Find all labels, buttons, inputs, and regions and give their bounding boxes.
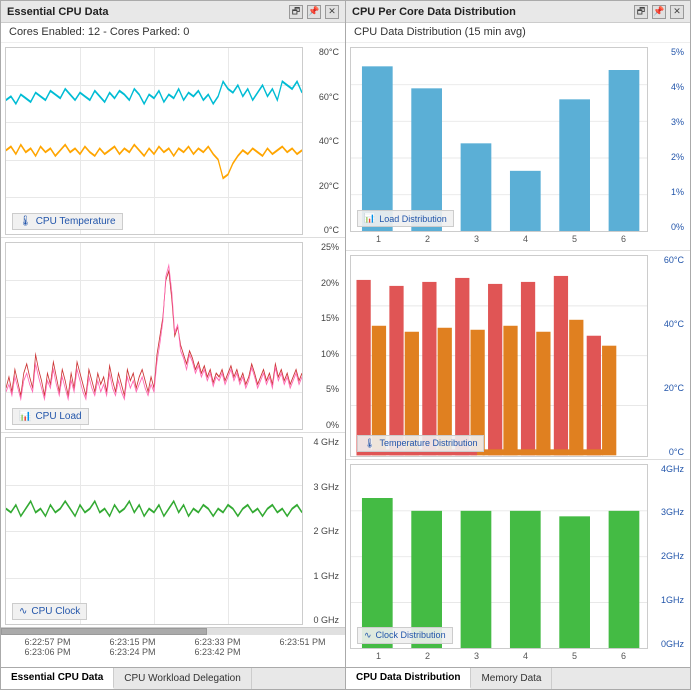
right-subtitle: CPU Data Distribution (15 min avg)	[346, 23, 690, 43]
cpu-temp-label: 🌡 CPU Temperature	[12, 213, 123, 230]
temp-dist-container: 🌡 Temperature Distribution 60°C 40°C 20°…	[350, 255, 686, 456]
right-titlebar: CPU Per Core Data Distribution 🗗 📌 ✕	[346, 1, 690, 23]
right-charts-area: 📊 Load Distribution 5% 4% 3% 2% 1% 0% 1	[346, 43, 690, 667]
cpu-clock-inner: ∿ CPU Clock 4 GHz 3 GHz 2 GHz 1 GHz 0 GH…	[5, 437, 341, 625]
clock-dist-area: ∿ Clock Distribution	[350, 464, 648, 649]
cpu-clock-canvas: ∿ CPU Clock	[5, 437, 303, 625]
left-titlebar: Essential CPU Data 🗗 📌 ✕	[1, 1, 345, 23]
cpu-clock-chart: ∿ CPU Clock 4 GHz 3 GHz 2 GHz 1 GHz 0 GH…	[1, 433, 345, 627]
cpu-load-chart: 📊 CPU Load 25% 20% 15% 10% 5% 0%	[1, 238, 345, 433]
left-scrollbar[interactable]	[1, 627, 345, 635]
right-pin-btn[interactable]: 📌	[652, 5, 666, 19]
left-restore-btn[interactable]: 🗗	[289, 5, 303, 19]
tab-cpu-workload[interactable]: CPU Workload Delegation	[114, 668, 252, 689]
cpu-load-y-axis: 25% 20% 15% 10% 5% 0%	[303, 242, 341, 430]
left-tab-bar: Essential CPU Data CPU Workload Delegati…	[1, 667, 345, 689]
cpu-load-icon: 📊	[19, 411, 31, 422]
load-dist-area: 📊 Load Distribution	[350, 47, 648, 232]
load-dist-container: 📊 Load Distribution 5% 4% 3% 2% 1% 0%	[350, 47, 686, 232]
x-axis-0: 6:22:57 PM 6:23:06 PM	[24, 637, 70, 657]
tab-essential-cpu[interactable]: Essential CPU Data	[1, 668, 114, 689]
clock-dist-x-axis: 1 2 3 4 5 6	[350, 649, 686, 665]
right-titlebar-buttons: 🗗 📌 ✕	[634, 5, 684, 19]
temp-dist-svg	[351, 256, 647, 455]
temp-dist-label: 🌡 Temperature Distribution	[357, 435, 484, 452]
cpu-load-inner: 📊 CPU Load 25% 20% 15% 10% 5% 0%	[5, 242, 341, 430]
cpu-temp-y-axis: 80°C 60°C 40°C 20°C 0°C	[303, 47, 341, 235]
cpu-load-label: 📊 CPU Load	[12, 408, 89, 425]
right-close-btn[interactable]: ✕	[670, 5, 684, 19]
cpu-temp-inner: 🌡 CPU Temperature 80°C 60°C 40°C 20°C 0°…	[5, 47, 341, 235]
cpu-clock-label: ∿ CPU Clock	[12, 603, 87, 620]
right-panel: CPU Per Core Data Distribution 🗗 📌 ✕ CPU…	[346, 0, 691, 690]
cpu-temp-svg	[6, 48, 302, 234]
right-panel-title: CPU Per Core Data Distribution	[352, 6, 516, 18]
right-restore-btn[interactable]: 🗗	[634, 5, 648, 19]
cpu-temp-icon: 🌡	[19, 216, 32, 227]
cpu-temp-canvas: 🌡 CPU Temperature	[5, 47, 303, 235]
x-axis-1: 6:23:15 PM 6:23:24 PM	[109, 637, 155, 657]
left-charts-area: 🌡 CPU Temperature 80°C 60°C 40°C 20°C 0°…	[1, 43, 345, 627]
left-subtitle: Cores Enabled: 12 - Cores Parked: 0	[1, 23, 345, 43]
clock-dist-icon: ∿	[364, 630, 372, 641]
temp-dist-chart: 🌡 Temperature Distribution 60°C 40°C 20°…	[346, 251, 690, 459]
tab-memory-data[interactable]: Memory Data	[471, 668, 552, 689]
load-dist-label: 📊 Load Distribution	[357, 210, 454, 227]
x-axis-2: 6:23:33 PM 6:23:42 PM	[194, 637, 240, 657]
left-titlebar-buttons: 🗗 📌 ✕	[289, 5, 339, 19]
x-axis-3: 6:23:51 PM	[279, 637, 325, 647]
tab-cpu-data-dist[interactable]: CPU Data Distribution	[346, 668, 471, 689]
cpu-clock-svg	[6, 438, 302, 624]
left-close-btn[interactable]: ✕	[325, 5, 339, 19]
load-dist-x-axis: 1 2 3 4 5 6	[350, 232, 686, 248]
temp-dist-y-axis: 60°C 40°C 20°C 0°C	[648, 255, 686, 456]
load-dist-y-axis: 5% 4% 3% 2% 1% 0%	[648, 47, 686, 232]
cpu-clock-icon: ∿	[19, 606, 27, 617]
clock-dist-label: ∿ Clock Distribution	[357, 627, 453, 644]
clock-dist-svg	[351, 465, 647, 648]
clock-dist-y-axis: 4GHz 3GHz 2GHz 1GHz 0GHz	[648, 464, 686, 649]
left-pin-btn[interactable]: 📌	[307, 5, 321, 19]
clock-dist-chart: ∿ Clock Distribution 4GHz 3GHz 2GHz 1GHz…	[346, 460, 690, 667]
load-dist-chart: 📊 Load Distribution 5% 4% 3% 2% 1% 0% 1	[346, 43, 690, 251]
left-x-axis: 6:22:57 PM 6:23:06 PM 6:23:15 PM 6:23:24…	[1, 635, 345, 667]
cpu-clock-y-axis: 4 GHz 3 GHz 2 GHz 1 GHz 0 GHz	[303, 437, 341, 625]
right-tab-bar: CPU Data Distribution Memory Data	[346, 667, 690, 689]
left-panel-title: Essential CPU Data	[7, 6, 108, 18]
temp-dist-icon: 🌡	[364, 438, 375, 449]
load-dist-icon: 📊	[364, 213, 375, 224]
left-panel: Essential CPU Data 🗗 📌 ✕ Cores Enabled: …	[0, 0, 346, 690]
temp-dist-area: 🌡 Temperature Distribution	[350, 255, 648, 456]
cpu-load-canvas: 📊 CPU Load	[5, 242, 303, 430]
cpu-load-svg	[6, 243, 302, 429]
load-dist-svg	[351, 48, 647, 231]
cpu-temp-chart: 🌡 CPU Temperature 80°C 60°C 40°C 20°C 0°…	[1, 43, 345, 238]
clock-dist-container: ∿ Clock Distribution 4GHz 3GHz 2GHz 1GHz…	[350, 464, 686, 649]
